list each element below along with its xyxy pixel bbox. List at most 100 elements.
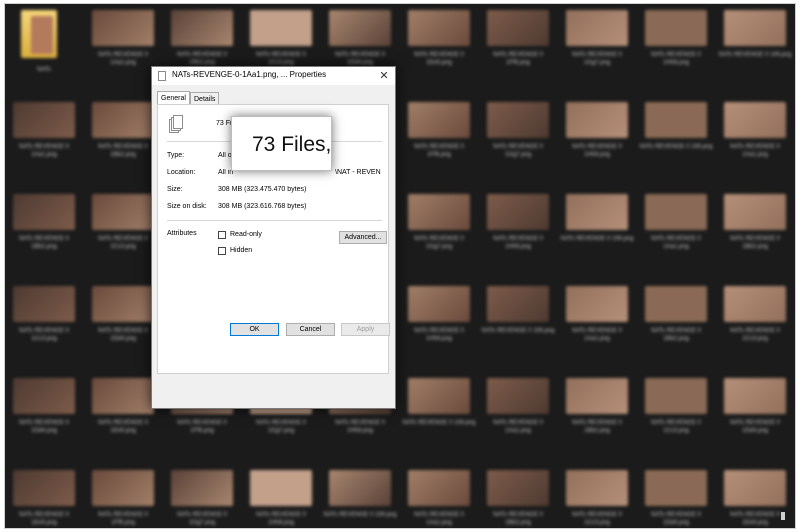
readonly-label[interactable]: Read-only xyxy=(230,231,262,238)
file-tile[interactable]: NATs REVENGE 0 1Dd4.png xyxy=(716,372,794,460)
file-tile[interactable]: NATs REVENGE 0 1Cc3.png xyxy=(5,280,83,368)
file-tile[interactable]: NATs REVENGE 0 1Cc3.png xyxy=(558,464,636,528)
size-label: Size: xyxy=(167,186,183,193)
file-tile-label: NATs REVENGE 0 1Gg7.png xyxy=(414,236,464,250)
thumbnail-image xyxy=(566,378,628,414)
file-tile[interactable]: NATs REVENGE 0 1Hh8.png xyxy=(558,96,636,184)
dialog-title: NATs-REVENGE-0-1Aa1.png, ... Properties xyxy=(172,70,327,79)
size-on-disk-value: 308 MB (323.616.768 bytes) xyxy=(218,203,307,210)
thumbnail-image xyxy=(92,286,154,322)
file-tile[interactable]: NATs REVENGE 0 1Ii9.png xyxy=(716,4,794,92)
file-tile-label: NATs REVENGE 0 1Hh8.png xyxy=(572,144,622,158)
explorer-window: NATs NATs REVENGE 0 1Aa1.png NATs REVENGE … xyxy=(4,3,796,529)
file-tile[interactable]: NATs REVENGE 0 1Gg7.png xyxy=(163,464,241,528)
location-label: Location: xyxy=(167,169,196,176)
dialog-titlebar[interactable]: NATs-REVENGE-0-1Aa1.png, ... Properties … xyxy=(152,67,395,85)
file-tile[interactable]: NATs REVENGE 0 1Ii9.png xyxy=(321,464,399,528)
file-tile[interactable]: NATs REVENGE 0 1Bb2.png xyxy=(637,280,715,368)
file-tile[interactable]: NATs REVENGE 0 1Bb2.png xyxy=(5,188,83,276)
file-tile[interactable]: NATs REVENGE 0 1Gg7.png xyxy=(479,96,557,184)
tab-general[interactable]: General xyxy=(157,91,190,105)
divider xyxy=(167,220,382,221)
file-tile[interactable]: NATs REVENGE 0 1Hh8.png xyxy=(479,188,557,276)
file-tile-label: NATs REVENGE 0 1Hh8.png xyxy=(651,52,701,66)
thumbnail-image xyxy=(487,470,549,506)
hidden-checkbox[interactable] xyxy=(218,247,226,255)
file-tile-label: NATs REVENGE 0 1Gg7.png xyxy=(177,512,227,526)
file-tile-label: NATs REVENGE 0 1Ii9.png xyxy=(639,144,713,150)
file-tile[interactable]: NATs REVENGE 0 1Aa1.png xyxy=(637,188,715,276)
file-tile-label: NATs REVENGE 0 1Ee5.png xyxy=(98,420,148,434)
file-tile[interactable]: NATs REVENGE 0 1Ii9.png xyxy=(558,188,636,276)
file-tile[interactable]: NATs REVENGE 0 1Dd4.png xyxy=(637,464,715,528)
thumbnail-image xyxy=(487,194,549,230)
file-tile[interactable]: NATs REVENGE 0 1Bb2.png xyxy=(558,372,636,460)
hidden-label[interactable]: Hidden xyxy=(230,247,252,254)
file-tile[interactable]: NATs REVENGE 0 1Aa1.png xyxy=(716,96,794,184)
file-tile[interactable]: NATs REVENGE 0 1Ff6.png xyxy=(400,96,478,184)
file-tile[interactable]: NATs REVENGE 0 1Ee5.png xyxy=(400,4,478,92)
file-tile[interactable]: NATs REVENGE 0 1Bb2.png xyxy=(479,464,557,528)
attributes-label: Attributes xyxy=(167,230,197,237)
file-tile[interactable]: NATs REVENGE 0 1Ii9.png xyxy=(400,372,478,460)
thumbnail-image xyxy=(92,194,154,230)
thumbnail-image xyxy=(487,378,549,414)
ok-button[interactable]: OK xyxy=(230,323,279,336)
file-tile[interactable]: NATs REVENGE 0 1Hh8.png xyxy=(242,464,320,528)
thumbnail-image xyxy=(329,470,391,506)
thumbnail-image xyxy=(487,286,549,322)
file-tile-label: NATs REVENGE 0 1Aa1.png xyxy=(572,328,622,342)
thumbnail-image xyxy=(408,194,470,230)
file-tile[interactable]: NATs REVENGE 0 1Ff6.png xyxy=(84,464,162,528)
file-tile[interactable]: NATs REVENGE 0 1Hh8.png xyxy=(637,4,715,92)
file-tile[interactable]: NATs REVENGE 0 1Ff6.png xyxy=(479,4,557,92)
type-label: Type: xyxy=(167,152,185,159)
file-tile[interactable]: NATs REVENGE 0 1Cc3.png xyxy=(637,372,715,460)
thumbnail-image xyxy=(408,286,470,322)
thumbnail-image xyxy=(645,470,707,506)
file-tile-label: NATs REVENGE 0 1Gg7.png xyxy=(493,144,543,158)
file-tile-label: NATs REVENGE 0 1Ii9.png xyxy=(481,328,555,334)
file-tile[interactable]: NATs REVENGE 0 1Ii9.png xyxy=(479,280,557,368)
thumbnail-image xyxy=(92,102,154,138)
thumbnail-image xyxy=(724,378,786,414)
close-icon[interactable]: ✕ xyxy=(377,69,391,83)
thumbnail-image xyxy=(724,194,786,230)
file-tile[interactable]: NATs REVENGE 0 1Gg7.png xyxy=(558,4,636,92)
file-tile-label: NATs REVENGE 0 1Aa1.png xyxy=(98,52,148,66)
file-tile-label: NATs REVENGE 0 1Gg7.png xyxy=(572,52,622,66)
file-tile[interactable]: NATs REVENGE 0 1Aa1.png xyxy=(479,372,557,460)
cancel-button[interactable]: Cancel xyxy=(286,323,335,336)
file-tile[interactable]: NATs REVENGE 0 1Gg7.png xyxy=(400,188,478,276)
file-tile[interactable]: NATs REVENGE 0 1Aa1.png xyxy=(558,280,636,368)
file-tile[interactable]: NATs REVENGE 0 1Ii9.png xyxy=(637,96,715,184)
file-tile[interactable]: NATs REVENGE 0 1Ee5.png xyxy=(5,464,83,528)
file-tile-label: NATs REVENGE 0 1Aa1.png xyxy=(19,144,69,158)
file-tile-label: NATs REVENGE 0 1Dd4.png xyxy=(19,420,69,434)
thumbnail-image xyxy=(13,102,75,138)
file-tile[interactable]: NATs REVENGE 0 1Aa1.png xyxy=(400,464,478,528)
file-tile[interactable]: NATs REVENGE 0 1Cc3.png xyxy=(716,280,794,368)
file-tile[interactable]: NATs REVENGE 0 1Dd4.png xyxy=(5,372,83,460)
thumbnail-image xyxy=(645,10,707,46)
advanced-button[interactable]: Advanced... xyxy=(339,231,387,244)
scroll-indicator[interactable] xyxy=(781,512,785,520)
thumbnail-image xyxy=(171,470,233,506)
file-tile[interactable]: NATs REVENGE 0 1Bb2.png xyxy=(716,188,794,276)
thumbnail-image xyxy=(13,194,75,230)
readonly-checkbox[interactable] xyxy=(218,231,226,239)
file-tile-label: NATs REVENGE 0 1Dd4.png xyxy=(98,328,148,342)
zoom-callout: 73 Files, xyxy=(231,116,332,171)
apply-button[interactable]: Apply xyxy=(341,323,390,336)
file-tile-label: NATs REVENGE 0 1Aa1.png xyxy=(730,144,780,158)
file-tile[interactable]: NATs REVENGE 0 1Hh8.png xyxy=(400,280,478,368)
thumbnail-image xyxy=(408,102,470,138)
file-tile-label: NATs REVENGE 0 1Aa1.png xyxy=(651,236,701,250)
file-tile[interactable]: NATs REVENGE 0 1Aa1.png xyxy=(5,96,83,184)
folder-tile[interactable]: NATs xyxy=(5,4,83,92)
file-tile-label: NATs REVENGE 0 1Ff6.png xyxy=(177,420,227,434)
thumbnail-image xyxy=(408,10,470,46)
file-tile-label: NATs REVENGE 0 1Cc3.png xyxy=(19,328,69,342)
file-tile-label: NATs REVENGE 0 1Ii9.png xyxy=(323,512,397,518)
file-tile-label: NATs REVENGE 0 1Bb2.png xyxy=(651,328,701,342)
